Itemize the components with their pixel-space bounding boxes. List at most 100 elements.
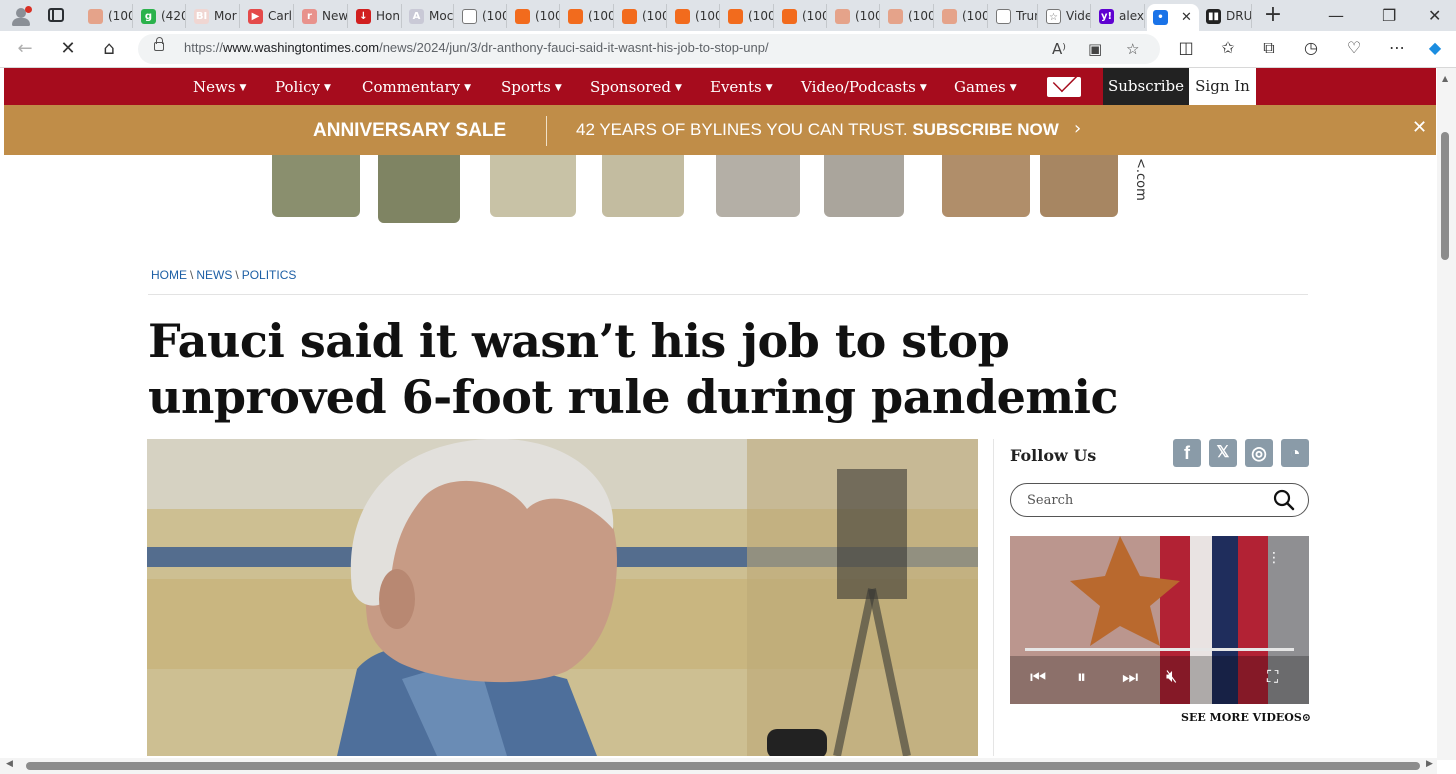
browser-tab[interactable]: (100 xyxy=(936,4,988,28)
subscribe-button[interactable]: Subscribe xyxy=(1103,68,1189,105)
browser-tab[interactable]: A Moc xyxy=(403,4,454,28)
tab-label: Mor xyxy=(214,9,237,23)
tab-favicon-icon xyxy=(88,8,103,24)
browser-tab[interactable]: (100 xyxy=(722,4,774,28)
tab-favicon-icon xyxy=(675,8,690,24)
video-progress-bar[interactable] xyxy=(1025,648,1294,651)
browser-tab[interactable]: (100 xyxy=(82,4,133,28)
ad-product-image xyxy=(272,155,360,217)
pause-icon[interactable]: ⏸ xyxy=(1077,667,1086,688)
url-text[interactable]: https://www.washingtontimes.com/news/202… xyxy=(184,40,769,55)
browser-tab[interactable]: ↓ Hon xyxy=(350,4,402,28)
read-aloud-icon[interactable]: A⁾ xyxy=(1052,40,1066,58)
site-nav-bar: News ▼ Policy ▼ Commentary ▼ Sports ▼ Sponso… xyxy=(4,68,1436,105)
close-icon[interactable]: ✕ xyxy=(1412,117,1427,138)
favorite-star-icon[interactable]: ☆ xyxy=(1126,40,1139,58)
breadcrumb-politics[interactable]: POLITICS xyxy=(242,268,297,282)
video-options-icon[interactable]: ⋮ xyxy=(1267,551,1281,572)
split-screen-icon[interactable]: ◫ xyxy=(1175,38,1197,57)
browser-tab[interactable]: • ✕ xyxy=(1147,4,1199,31)
browser-tab[interactable]: (100 xyxy=(616,4,667,28)
nav-sports[interactable]: Sports ▼ xyxy=(501,78,562,96)
browser-tab[interactable]: Trun xyxy=(990,4,1038,28)
vertical-scrollbar[interactable]: ▲ xyxy=(1437,68,1456,760)
browser-tab[interactable]: (100 xyxy=(669,4,720,28)
x-twitter-icon[interactable]: 𝕏 xyxy=(1209,439,1237,467)
tab-label: Hon xyxy=(376,9,400,23)
nav-policy[interactable]: Policy ▼ xyxy=(275,78,331,96)
nav-commentary[interactable]: Commentary ▼ xyxy=(362,78,471,96)
browser-tab[interactable]: (100 xyxy=(829,4,880,28)
new-tab-button[interactable]: + xyxy=(1262,3,1284,27)
tab-label: Trun xyxy=(1016,9,1037,23)
favorites-icon[interactable]: ✩ xyxy=(1217,38,1239,57)
scrollbar-thumb[interactable] xyxy=(26,762,1420,770)
nav-news[interactable]: News ▼ xyxy=(193,78,246,96)
browser-tab[interactable]: ☆ Vide xyxy=(1040,4,1091,28)
close-tab-icon[interactable]: ✕ xyxy=(1181,10,1192,25)
horizontal-scrollbar[interactable]: ◀ ▶ xyxy=(0,758,1437,774)
browser-tab[interactable]: g (420 xyxy=(135,4,186,28)
nav-sponsored[interactable]: Sponsored ▼ xyxy=(590,78,682,96)
minimize-icon[interactable]: — xyxy=(1328,6,1344,25)
search-field[interactable] xyxy=(1010,483,1309,517)
browser-tab[interactable]: (100 xyxy=(509,4,560,28)
profile-icon[interactable] xyxy=(10,6,32,26)
more-menu-icon[interactable]: ⋯ xyxy=(1386,38,1408,57)
browser-tab[interactable]: (100 xyxy=(882,4,934,28)
browser-tab[interactable]: BI Mor xyxy=(188,4,240,28)
history-icon[interactable]: ◷ xyxy=(1300,38,1322,57)
browser-tab[interactable]: (100 xyxy=(776,4,827,28)
search-input[interactable] xyxy=(1025,490,1265,510)
tab-label: (100 xyxy=(908,9,934,23)
scroll-left-icon[interactable]: ◀ xyxy=(6,759,13,769)
newsletter-mail-icon[interactable] xyxy=(1047,77,1081,97)
close-window-icon[interactable]: ✕ xyxy=(1428,6,1441,25)
lock-icon[interactable] xyxy=(154,37,164,51)
promo-banner[interactable]: ANNIVERSARY SALE 42 YEARS OF BYLINES YOU… xyxy=(4,105,1436,155)
tab-favicon-icon xyxy=(462,8,477,24)
see-more-videos-link[interactable]: SEE MORE VIDEOS⊙ xyxy=(1181,711,1311,724)
nav-games[interactable]: Games ▼ xyxy=(954,78,1017,96)
ad-banner[interactable] xyxy=(250,155,1175,225)
tab-actions-icon[interactable] xyxy=(48,8,64,22)
nav-video-podcasts[interactable]: Video/Podcasts ▼ xyxy=(801,78,927,96)
promo-title: ANNIVERSARY SALE xyxy=(313,120,507,141)
restore-icon[interactable]: ❐ xyxy=(1382,6,1396,25)
browser-tab[interactable]: ▮▮ DRU xyxy=(1200,4,1252,28)
scroll-right-icon[interactable]: ▶ xyxy=(1426,759,1433,769)
immersive-reader-icon[interactable]: ▣ xyxy=(1088,40,1102,58)
ad-product-image xyxy=(602,155,684,217)
previous-icon[interactable]: ⏮ xyxy=(1030,667,1046,688)
rss-icon[interactable]: ◔ xyxy=(1281,439,1309,467)
instagram-icon[interactable]: ◎ xyxy=(1245,439,1273,467)
browser-tab[interactable]: (100 xyxy=(456,4,507,28)
chevron-right-icon[interactable]: › xyxy=(1074,118,1081,139)
tab-favicon-icon: BI xyxy=(194,8,209,24)
home-icon[interactable]: ⌂ xyxy=(98,38,120,59)
article-photo[interactable] xyxy=(147,439,978,756)
video-player[interactable]: ⋮ ⏮ ⏸ ⏭ 🔇︎ ⛶ xyxy=(1010,536,1309,704)
collections-icon[interactable]: ⧉ xyxy=(1258,38,1280,58)
breadcrumb-news[interactable]: NEWS xyxy=(196,268,232,282)
url-field[interactable]: https://www.washingtontimes.com/news/202… xyxy=(138,34,1160,64)
scroll-up-icon[interactable]: ▲ xyxy=(1442,74,1448,83)
next-icon[interactable]: ⏭ xyxy=(1122,667,1138,688)
search-icon[interactable] xyxy=(1273,489,1295,511)
stop-loading-icon[interactable]: ✕ xyxy=(57,38,79,59)
nav-events[interactable]: Events ▼ xyxy=(710,78,773,96)
browser-essentials-icon[interactable]: ♡ xyxy=(1343,38,1365,57)
back-icon[interactable]: ← xyxy=(14,38,36,59)
fullscreen-icon[interactable]: ⛶ xyxy=(1267,667,1278,687)
muted-icon[interactable]: 🔇︎ xyxy=(1166,666,1177,687)
browser-tab[interactable]: y! alex xyxy=(1093,4,1145,28)
browser-tab[interactable]: (100 xyxy=(562,4,614,28)
promo-message[interactable]: 42 YEARS OF BYLINES YOU CAN TRUST. SUBSC… xyxy=(576,120,1059,140)
sign-in-button[interactable]: Sign In xyxy=(1189,68,1256,105)
browser-tab[interactable]: r New xyxy=(296,4,348,28)
copilot-icon[interactable]: ◆ xyxy=(1424,38,1446,57)
facebook-icon[interactable]: f xyxy=(1173,439,1201,467)
browser-tab[interactable]: ▶ Carl xyxy=(242,4,294,28)
breadcrumb-home[interactable]: HOME xyxy=(151,268,187,282)
scrollbar-thumb[interactable] xyxy=(1441,132,1449,260)
